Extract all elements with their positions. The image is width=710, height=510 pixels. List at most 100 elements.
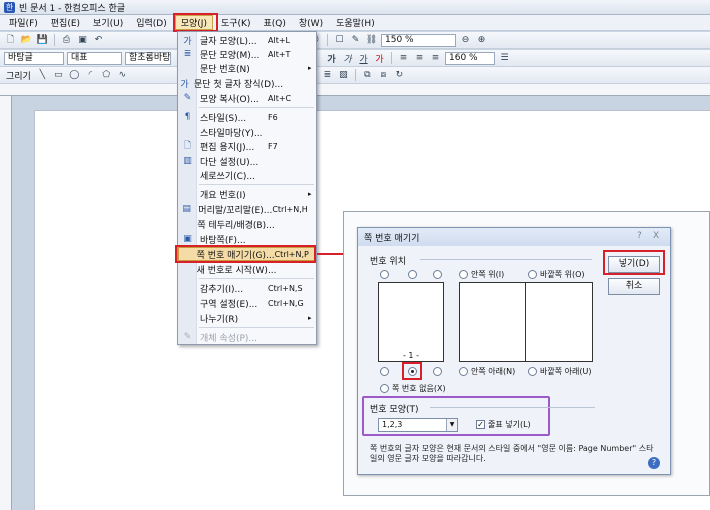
- link-icon[interactable]: ⛓: [365, 34, 378, 47]
- align-left-icon[interactable]: ≡: [397, 52, 410, 65]
- menu-item-label: 문단 첫 글자 장식(D)...: [194, 79, 284, 90]
- menu-item-shortcut: F7: [268, 141, 278, 151]
- menu-item-vertical-writing[interactable]: 세로쓰기(C)...: [178, 168, 316, 182]
- vertical-ruler[interactable]: [0, 96, 12, 510]
- menu-view[interactable]: 보기(U): [88, 16, 128, 29]
- pos-top-outside-radio[interactable]: [528, 270, 537, 279]
- order-icon[interactable]: ⧈: [377, 69, 390, 82]
- pos-none-radio[interactable]: [380, 384, 389, 393]
- polygon-icon[interactable]: ⬠: [100, 69, 113, 82]
- pos-top-left-radio[interactable]: [380, 270, 389, 279]
- menu-item-section-setup[interactable]: 구역 설정(E)... Ctrl+N,G: [178, 296, 316, 310]
- memo-icon[interactable]: ✎: [349, 34, 362, 47]
- italic-icon[interactable]: 가: [341, 52, 354, 65]
- toolbar-separator: [327, 34, 328, 46]
- menu-item-label: 머리말/꼬리말(E)...: [198, 205, 273, 216]
- fill-icon[interactable]: ▧: [337, 69, 350, 82]
- rotate-icon[interactable]: ↻: [393, 69, 406, 82]
- line-icon[interactable]: ╲: [36, 69, 49, 82]
- zoom-in-icon[interactable]: ⊕: [475, 34, 488, 47]
- menu-item-outline-number[interactable]: 개요 번호(I) ▸: [178, 187, 316, 201]
- menu-item-style-gallery[interactable]: 스타일마당(Y)...: [178, 125, 316, 139]
- menu-item-style[interactable]: ¶ 스타일(S)... F6: [178, 110, 316, 124]
- menu-item-dropcap[interactable]: 가 문단 첫 글자 장식(D)...: [178, 76, 316, 90]
- pos-top-inside-radio[interactable]: [459, 270, 468, 279]
- pos-bottom-inside-label: 안쪽 아래(N): [471, 367, 516, 376]
- help-icon[interactable]: ?: [637, 231, 642, 241]
- pos-bottom-left-radio[interactable]: [380, 367, 389, 376]
- pos-top-center-radio[interactable]: [408, 270, 417, 279]
- chevron-down-icon: ▼: [446, 419, 457, 431]
- help-icon[interactable]: ?: [648, 457, 660, 469]
- menu-format-highlight: [173, 13, 218, 32]
- style-combo[interactable]: 바탕글: [4, 51, 64, 65]
- font-color-icon[interactable]: 가: [373, 52, 386, 65]
- menu-item-header-footer[interactable]: ▤ 머리말/꼬리말(E)... Ctrl+N,H: [178, 202, 316, 216]
- new-doc-icon[interactable]: 🗋: [4, 34, 17, 47]
- insert-button-highlight: [603, 250, 665, 275]
- open-icon[interactable]: 📂: [20, 34, 33, 47]
- zoom-combo[interactable]: 150 %: [381, 33, 456, 47]
- group-icon[interactable]: ⧉: [361, 69, 374, 82]
- menu-item-label: 쪽 테두리/배경(B)...: [197, 220, 275, 231]
- print-icon[interactable]: ⎙: [60, 34, 73, 47]
- cancel-button[interactable]: 취소: [608, 278, 660, 295]
- align-right-icon[interactable]: ≡: [429, 52, 442, 65]
- menu-item-char-shape[interactable]: 가 글자 모양(L)... Alt+L: [178, 33, 316, 47]
- toolbar-separator: [354, 69, 356, 81]
- bold-icon[interactable]: 가: [325, 52, 338, 65]
- menu-item-page-setup[interactable]: 🗋 편집 용지(J)... F7: [178, 139, 316, 153]
- number-shape-select[interactable]: 1,2,3 ▼: [378, 418, 458, 432]
- save-icon[interactable]: 💾: [36, 34, 49, 47]
- zoom-out-icon[interactable]: ⊖: [459, 34, 472, 47]
- menu-item-label: 새 번호로 시작(W)...: [196, 265, 277, 276]
- close-icon[interactable]: X: [653, 231, 659, 241]
- menu-item-object-props: ✎ 개체 속성(P)...: [178, 330, 316, 344]
- position-group-label: 번호 위치: [370, 257, 406, 267]
- preview-icon[interactable]: ▣: [76, 34, 89, 47]
- menu-help[interactable]: 도움말(H): [331, 16, 380, 29]
- align-center-icon[interactable]: ≡: [413, 52, 426, 65]
- menu-item-master-page[interactable]: ▣ 바탕쪽(F)...: [178, 232, 316, 246]
- menu-table[interactable]: 표(Q): [258, 16, 290, 29]
- menu-edit[interactable]: 편집(E): [46, 16, 85, 29]
- pos-bottom-inside-radio[interactable]: [459, 367, 468, 376]
- menu-item-shortcut: Ctrl+N,H: [272, 204, 308, 214]
- menu-item-new-number[interactable]: 새 번호로 시작(W)...: [178, 262, 316, 276]
- horizontal-ruler[interactable]: [0, 84, 710, 96]
- line-width-icon[interactable]: ≣: [321, 69, 334, 82]
- menu-item-para-number[interactable]: 문단 번호(N) ▸: [178, 61, 316, 75]
- arc-icon[interactable]: ◜: [84, 69, 97, 82]
- menu-tools[interactable]: 도구(K): [216, 16, 256, 29]
- preview-left-page: [459, 282, 526, 362]
- underline-icon[interactable]: 가: [357, 52, 370, 65]
- curve-icon[interactable]: ∿: [116, 69, 129, 82]
- pos-bottom-right-radio[interactable]: [433, 367, 442, 376]
- menu-bar: 파일(F) 편집(E) 보기(U) 입력(D) 모양(J) 도구(K) 표(Q)…: [0, 15, 710, 31]
- language-combo[interactable]: 대표: [67, 51, 122, 65]
- box-icon[interactable]: ☐: [333, 34, 346, 47]
- menu-insert[interactable]: 입력(D): [131, 16, 172, 29]
- menu-item-columns[interactable]: ▥ 다단 설정(U)...: [178, 154, 316, 168]
- line-spacing-combo[interactable]: 160 %: [445, 51, 495, 65]
- rect-icon[interactable]: ▭: [52, 69, 65, 82]
- menu-window[interactable]: 창(W): [294, 16, 328, 29]
- pos-top-right-radio[interactable]: [433, 270, 442, 279]
- menu-item-label: 스타일(S)...: [200, 113, 247, 124]
- menu-item-copy-shape[interactable]: ✎ 모양 복사(O)... Alt+C: [178, 91, 316, 105]
- group-divider: [430, 407, 595, 408]
- ellipse-icon[interactable]: ◯: [68, 69, 81, 82]
- pos-bottom-outside-radio[interactable]: [528, 367, 537, 376]
- style-combo-value: 바탕글: [8, 52, 33, 63]
- line-spacing-value: 160 %: [449, 52, 478, 63]
- menu-item-para-shape[interactable]: ≣ 문단 모양(M)... Alt+T: [178, 47, 316, 61]
- menu-item-page-border[interactable]: 쪽 테두리/배경(B)...: [178, 217, 316, 231]
- menu-item-hide[interactable]: 감추기(I)... Ctrl+N,S: [178, 281, 316, 295]
- dash-checkbox[interactable]: ✓: [476, 420, 485, 429]
- font-combo[interactable]: 함초롬바탕: [125, 51, 171, 65]
- menu-item-break[interactable]: 나누기(R) ▸: [178, 311, 316, 325]
- page-number-highlight: [175, 245, 316, 263]
- list-icon[interactable]: ☰: [498, 52, 511, 65]
- menu-file[interactable]: 파일(F): [4, 16, 43, 29]
- undo-icon[interactable]: ↶: [92, 34, 105, 47]
